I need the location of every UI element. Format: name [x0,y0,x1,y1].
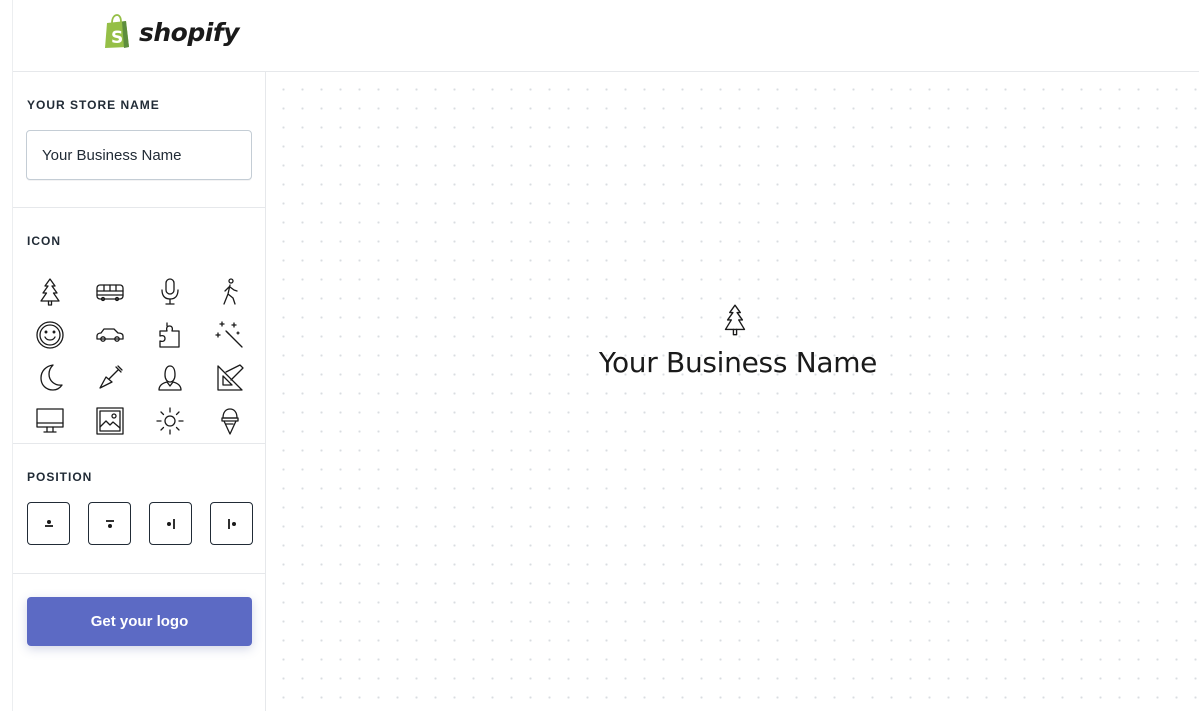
icon-label: ICON [27,234,61,248]
bus-icon[interactable] [87,270,133,313]
logo-preview: Your Business Name [266,302,1199,379]
person-icon[interactable] [147,356,193,399]
logo-preview-canvas: Your Business Name [266,72,1199,711]
magic-wand-icon[interactable] [207,313,253,356]
moon-icon[interactable] [27,356,73,399]
svg-text:S: S [111,28,123,48]
preview-business-name: Your Business Name [598,346,878,379]
position-icon-above-button[interactable] [27,502,70,545]
position-options [27,502,253,545]
get-logo-button[interactable]: Get your logo [27,597,252,646]
position-label: POSITION [27,470,93,484]
position-icon-right-button[interactable] [210,502,253,545]
walking-person-icon[interactable] [207,270,253,313]
shopify-logo[interactable]: S shopify [103,14,240,50]
tree-icon[interactable] [27,270,73,313]
sun-icon[interactable] [147,399,193,442]
ice-cream-icon[interactable] [207,399,253,442]
store-name-input[interactable] [26,130,252,180]
ruler-triangle-icon[interactable] [207,356,253,399]
puzzle-icon[interactable] [147,313,193,356]
picture-icon[interactable] [87,399,133,442]
position-icon-top-button[interactable] [88,502,131,545]
app-frame: S shopify YOUR STORE NAME ICON [12,0,1199,711]
car-icon[interactable] [87,313,133,356]
smiley-icon[interactable] [27,313,73,356]
shopify-wordmark: shopify [139,17,240,47]
microphone-icon[interactable] [147,270,193,313]
position-icon-left-button[interactable] [149,502,192,545]
store-name-section: YOUR STORE NAME [13,72,266,208]
monitor-icon[interactable] [27,399,73,442]
icon-grid [27,270,253,442]
store-name-label: YOUR STORE NAME [27,98,160,112]
shovel-icon[interactable] [87,356,133,399]
sidebar: YOUR STORE NAME ICON [13,72,266,711]
tree-icon [724,304,746,336]
header: S shopify [13,0,1199,72]
shopify-bag-icon: S [105,14,129,48]
